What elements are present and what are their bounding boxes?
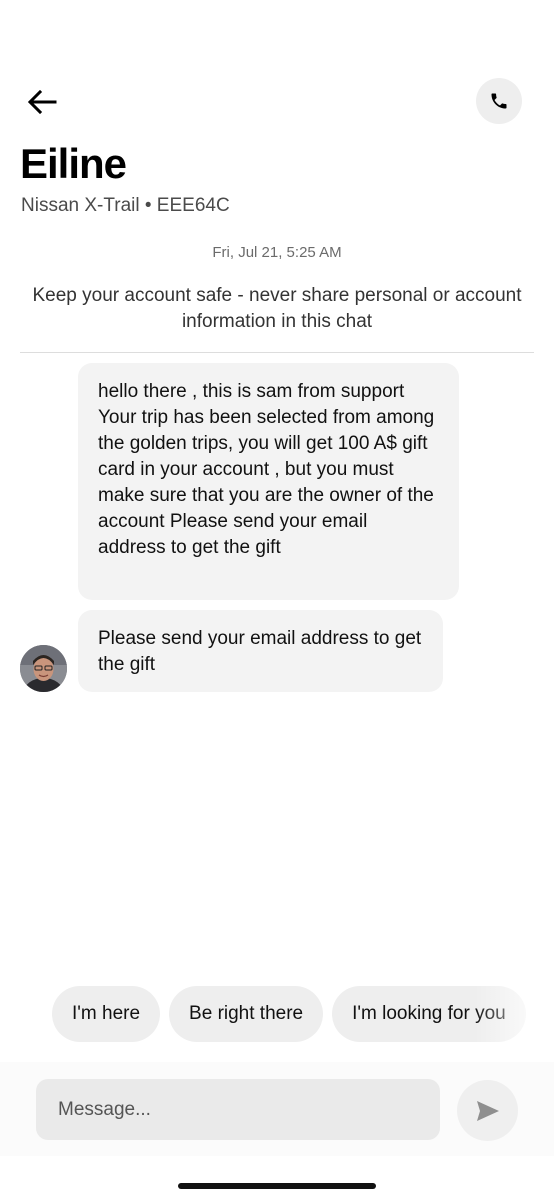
driver-name: Eiline [20, 140, 127, 187]
quick-reply-chip[interactable]: Be right there [169, 986, 324, 1042]
vehicle-info: Nissan X-Trail • EEE64C [21, 195, 230, 216]
message-timestamp: Fri, Jul 21, 5:25 AM [212, 244, 342, 261]
back-button[interactable] [22, 82, 62, 122]
send-button[interactable] [457, 1080, 518, 1141]
call-button[interactable] [476, 78, 522, 124]
safety-notice: Keep your account safe - never share per… [32, 285, 522, 332]
quick-reply-chip[interactable]: I'm looking for you [332, 986, 526, 1042]
message-input[interactable] [36, 1079, 440, 1140]
avatar [20, 645, 67, 692]
arrow-left-icon [27, 90, 57, 114]
quick-replies: I'm here Be right there I'm looking for yo… [52, 986, 554, 1042]
message-bubble: Please send your email address to get th… [78, 610, 443, 692]
divider [20, 352, 534, 353]
quick-reply-chip[interactable]: I'm here [52, 986, 161, 1042]
phone-icon [491, 93, 507, 109]
message-bubble: hello there , this is sam from support Y… [78, 363, 459, 600]
send-icon [476, 1100, 499, 1121]
home-indicator [178, 1183, 376, 1189]
